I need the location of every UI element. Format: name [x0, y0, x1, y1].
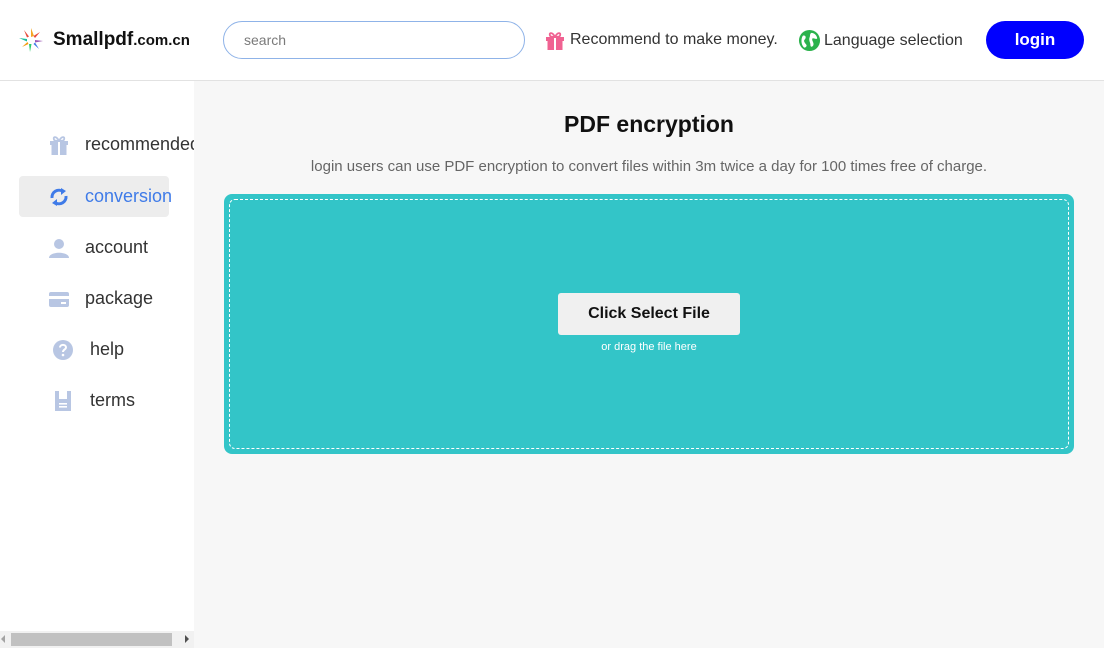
scroll-left-icon[interactable]: [1, 635, 5, 643]
logo-icon: [19, 28, 43, 52]
sidebar-item-terms[interactable]: terms: [19, 380, 169, 421]
sidebar-item-label: account: [85, 237, 149, 257]
sidebar-item-conversion[interactable]: conversion: [19, 176, 173, 217]
recommend-label: Recommend to make money.: [570, 31, 778, 48]
card-icon: [48, 288, 70, 310]
convert-icon: [48, 186, 70, 208]
gift-icon: [48, 134, 70, 156]
sidebar-item-label: conversion: [85, 186, 173, 206]
sidebar-item-account[interactable]: account: [19, 227, 169, 268]
logo[interactable]: Smallpdf.com.cn: [18, 27, 190, 53]
page-title: PDF encryption: [564, 111, 734, 137]
search-input[interactable]: [223, 21, 525, 59]
login-button[interactable]: login: [986, 21, 1084, 59]
help-icon: [52, 339, 74, 361]
recommend-link[interactable]: Recommend to make money.: [544, 29, 778, 51]
sidebar-item-label: terms: [90, 390, 135, 410]
sidebar-item-label: package: [85, 288, 154, 308]
gift-icon: [546, 32, 564, 50]
select-file-button[interactable]: Click Select File: [558, 293, 740, 335]
scrollbar-thumb[interactable]: [11, 633, 172, 646]
sidebar-item-recommended[interactable]: recommended: [19, 124, 194, 165]
sidebar-scrollbar[interactable]: [0, 631, 194, 648]
user-icon: [48, 237, 70, 259]
sidebar-item-help[interactable]: help: [19, 329, 169, 370]
main-content: PDF encryption login users can use PDF e…: [194, 81, 1104, 648]
file-dropzone[interactable]: Click Select File or drag the file here: [224, 194, 1074, 454]
language-label: Language selection: [824, 31, 963, 49]
scroll-right-icon[interactable]: [185, 635, 189, 643]
document-icon: [52, 390, 74, 412]
globe-icon: [798, 29, 821, 52]
logo-text: Smallpdf.com.cn: [53, 29, 190, 50]
sidebar-item-label: help: [90, 339, 125, 359]
page-subtitle: login users can use PDF encryption to co…: [310, 158, 988, 175]
sidebar: recommended conversion account package h…: [0, 81, 194, 648]
sidebar-item-package[interactable]: package: [19, 278, 169, 319]
header: Smallpdf.com.cn Recommend to make money.…: [0, 0, 1104, 81]
drag-hint: or drag the file here: [601, 341, 697, 353]
language-selector[interactable]: Language selection: [798, 29, 963, 52]
sidebar-item-label: recommended: [85, 134, 194, 154]
